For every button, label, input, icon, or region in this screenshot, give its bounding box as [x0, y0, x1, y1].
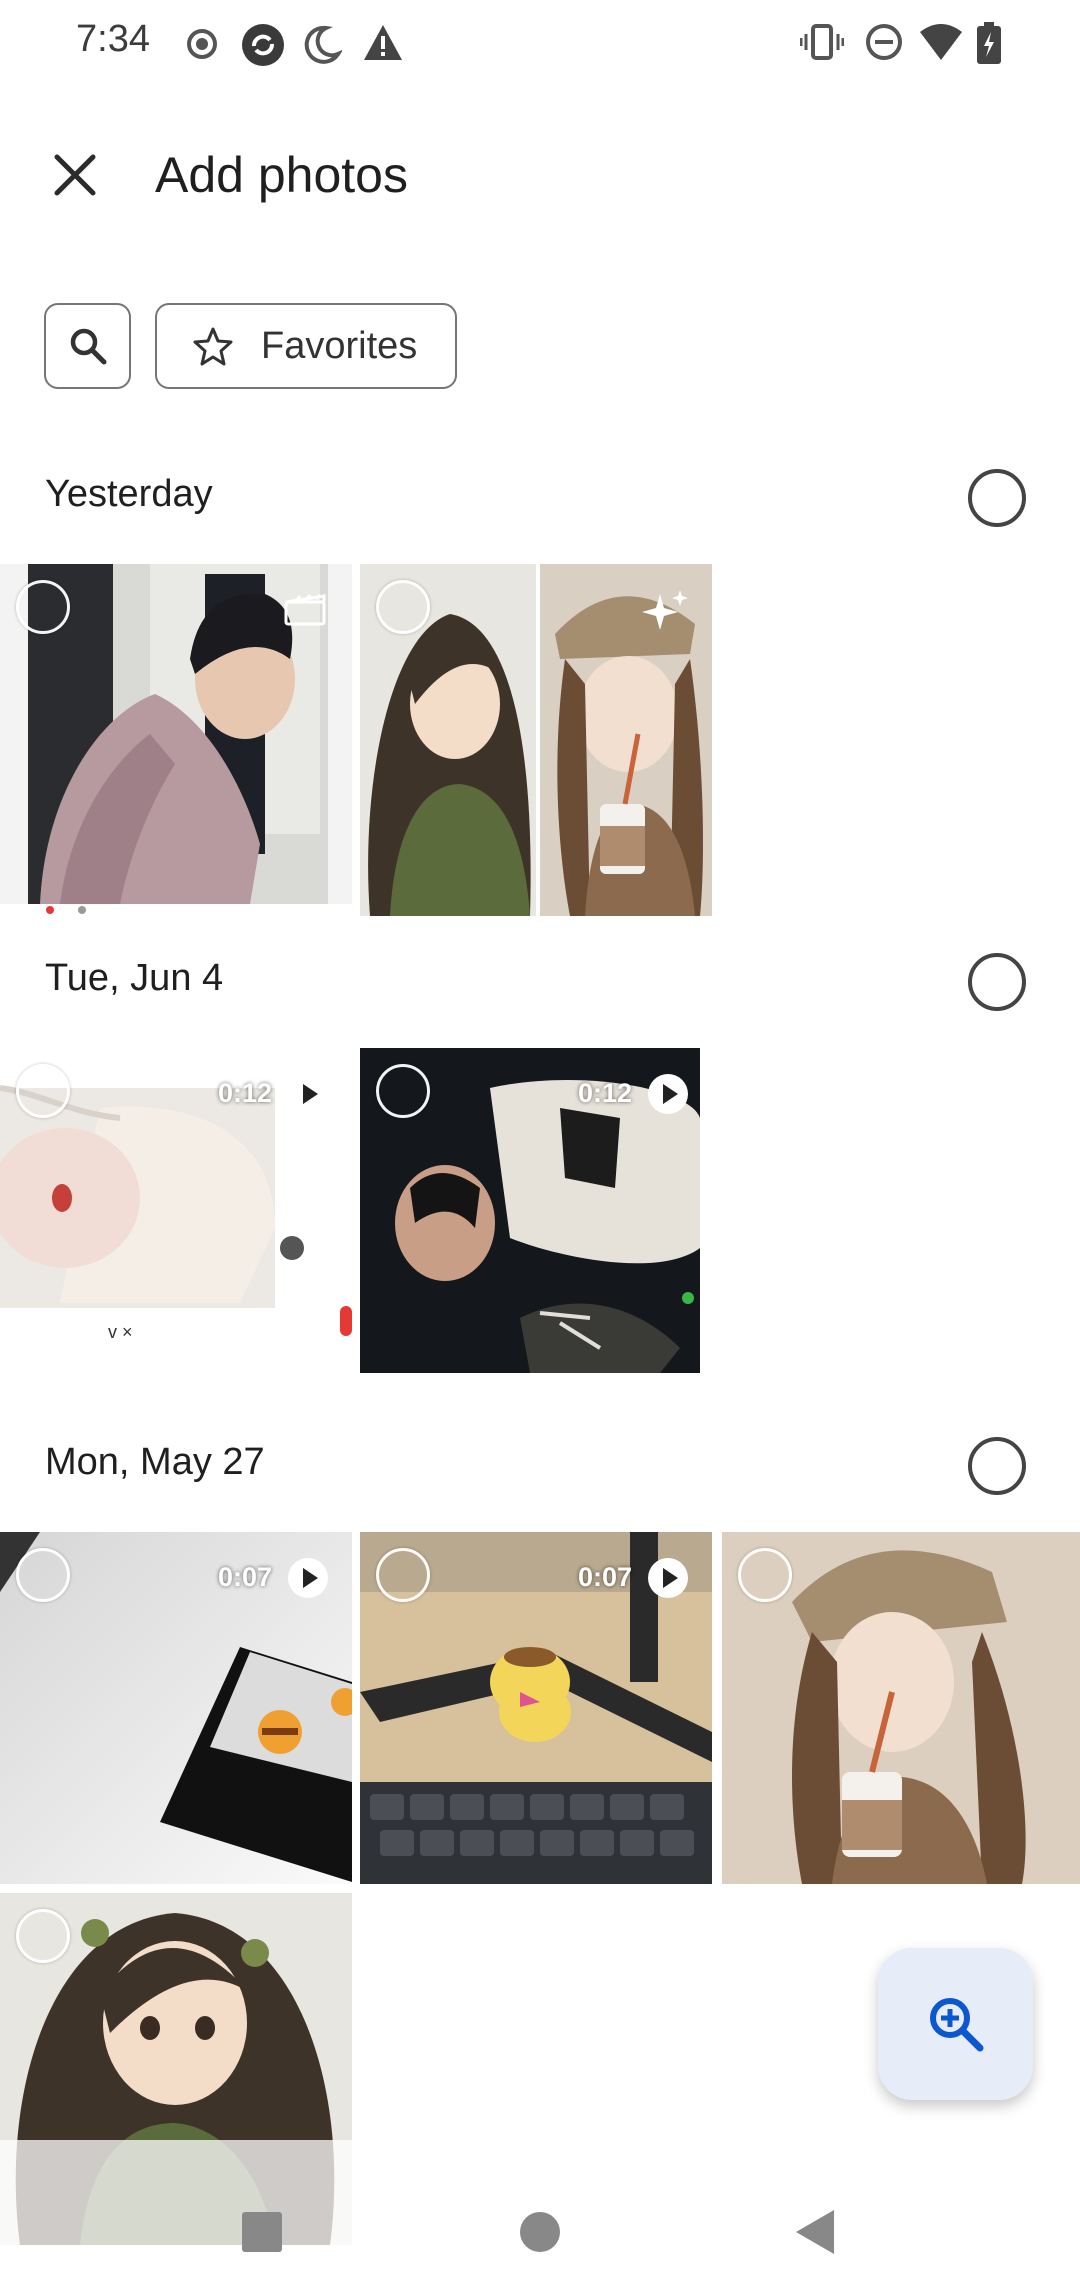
select-photo-checkbox[interactable] — [738, 1548, 792, 1602]
section-header-yesterday: Yesterday — [0, 448, 1080, 548]
select-photo-checkbox[interactable] — [16, 1548, 70, 1602]
search-icon — [70, 328, 106, 365]
sparkle-icon — [642, 588, 690, 641]
select-photo-checkbox[interactable] — [16, 1064, 70, 1118]
favorites-chip-button[interactable]: Favorites — [155, 303, 457, 389]
movie-clapper-icon — [284, 592, 326, 631]
select-photo-checkbox[interactable] — [376, 580, 430, 634]
video-tile[interactable]: 0:07 — [0, 1532, 352, 1884]
vibrate-icon — [799, 22, 845, 67]
video-tile[interactable]: 0:07 — [360, 1532, 712, 1884]
zoom-in-icon — [929, 1998, 983, 2052]
video-duration: 0:07 — [217, 1562, 272, 1592]
status-bar: 7:34 — [0, 0, 1080, 90]
favorites-chip-label: Favorites — [261, 324, 418, 367]
play-icon — [648, 1074, 688, 1114]
video-duration: 0:12 — [577, 1078, 632, 1108]
photo-tile[interactable] — [360, 564, 712, 916]
battery-charging-icon — [976, 22, 1002, 71]
select-photo-checkbox[interactable] — [376, 1548, 430, 1602]
do-not-disturb-moon-icon — [302, 22, 344, 73]
select-all-day-checkbox[interactable] — [968, 1437, 1026, 1495]
svg-text:v ×: v × — [108, 1322, 133, 1342]
section-header-jun-4: Tue, Jun 4 — [0, 932, 1080, 1032]
page-title: Add photos — [155, 147, 408, 203]
video-duration: 0:12 — [217, 1078, 272, 1108]
close-icon — [54, 154, 96, 196]
section-title: Yesterday — [45, 473, 213, 515]
play-icon — [288, 1074, 328, 1114]
recents-button[interactable] — [242, 2212, 282, 2252]
back-button[interactable] — [796, 2210, 834, 2254]
video-duration: 0:07 — [577, 1562, 632, 1592]
section-header-may-27: Mon, May 27 — [0, 1416, 1080, 1516]
select-photo-checkbox[interactable] — [16, 580, 70, 634]
select-photo-checkbox[interactable] — [16, 1909, 70, 1963]
select-all-day-checkbox[interactable] — [968, 953, 1026, 1011]
record-icon — [185, 22, 219, 71]
select-all-day-checkbox[interactable] — [968, 469, 1026, 527]
star-outline-icon — [193, 327, 233, 366]
close-button[interactable] — [40, 140, 110, 210]
status-time: 7:34 — [76, 18, 150, 60]
video-tile[interactable]: 0:12 — [360, 1048, 712, 1400]
video-tile[interactable]: v × 0:12 — [0, 1048, 352, 1400]
app-bar: Add photos — [0, 110, 1080, 240]
section-title: Mon, May 27 — [45, 1441, 265, 1483]
home-button[interactable] — [520, 2212, 560, 2252]
photo-tile[interactable] — [722, 1532, 1080, 1884]
system-navigation-bar — [0, 2140, 1080, 2280]
section-title: Tue, Jun 4 — [45, 957, 224, 999]
search-chip-button[interactable] — [44, 303, 131, 389]
sync-icon — [240, 22, 286, 73]
photo-tile[interactable] — [0, 564, 352, 916]
zoom-in-button[interactable] — [878, 1948, 1033, 2100]
dnd-minus-icon — [864, 22, 904, 67]
warning-icon — [362, 22, 404, 69]
play-icon — [288, 1558, 328, 1598]
select-photo-checkbox[interactable] — [376, 1064, 430, 1118]
wifi-icon — [918, 22, 964, 67]
play-icon — [648, 1558, 688, 1598]
